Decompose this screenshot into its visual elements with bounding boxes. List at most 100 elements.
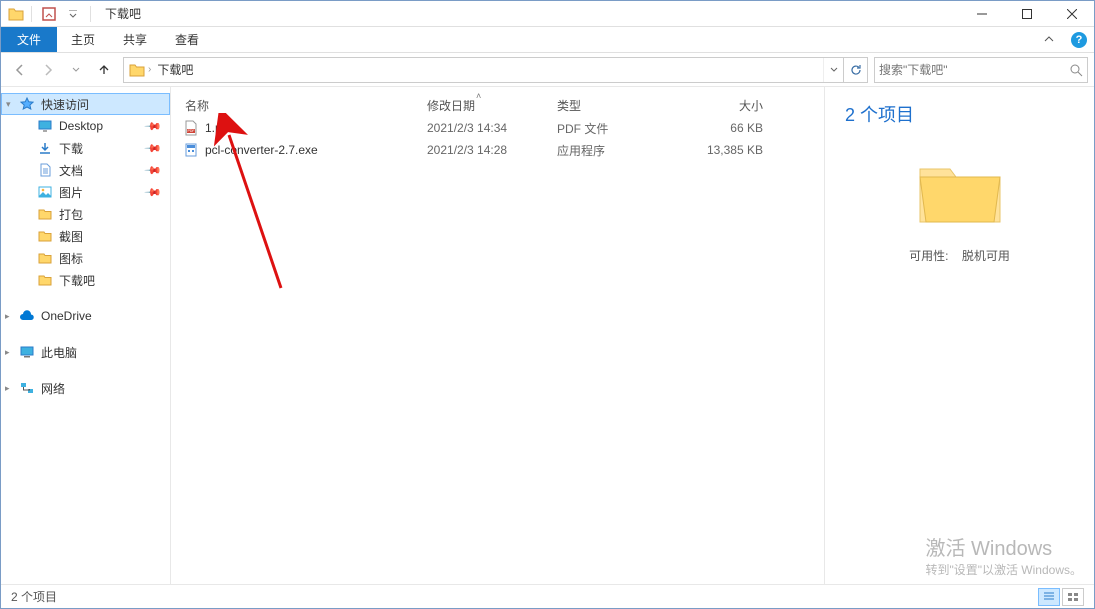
sidebar-quick-access[interactable]: ▾ 快速访问 [1,93,170,115]
sidebar-label: 下载 [59,140,83,157]
sidebar-item-folder[interactable]: 下载吧 [1,269,170,291]
pin-icon: 📌 [144,117,163,136]
sidebar-item-folder[interactable]: 图标 [1,247,170,269]
window-controls [959,1,1094,26]
pc-icon [19,344,35,360]
ribbon-expand-button[interactable] [1034,27,1064,52]
maximize-button[interactable] [1004,1,1049,27]
sidebar-label: OneDrive [41,309,92,323]
sidebar-label: 图片 [59,184,83,201]
navigation-bar: › 下载吧 [1,53,1094,87]
sidebar-label: 截图 [59,228,83,245]
column-name[interactable]: 名称 [171,97,427,114]
sidebar-item-desktop[interactable]: Desktop 📌 [1,115,170,137]
file-type: PDF 文件 [557,120,665,137]
sidebar-item-pictures[interactable]: 图片 📌 [1,181,170,203]
document-icon [37,162,53,178]
collapse-icon[interactable]: ▾ [6,99,11,110]
pdf-file-icon: PDF [183,120,199,136]
pin-icon: 📌 [144,161,163,180]
preview-title: 2 个项目 [845,101,1074,127]
sidebar-label: 网络 [41,380,65,397]
sidebar-label: 此电脑 [41,344,77,361]
help-icon: ? [1071,32,1087,48]
breadcrumb-item[interactable]: 下载吧 [153,58,197,82]
cloud-icon [19,308,35,324]
address-bar[interactable]: › 下载吧 [123,57,868,83]
file-name: pcl-converter-2.7.exe [205,143,318,157]
pin-icon: 📌 [144,183,163,202]
ribbon-tabs: 文件 主页 共享 查看 ? [1,27,1094,53]
details-pane: 2 个项目 可用性: 脱机可用 [824,87,1094,584]
refresh-button[interactable] [843,58,867,82]
file-list[interactable]: 名称 ˄ 修改日期 类型 大小 PDF 1.pdf 2021/2/3 14:34… [171,87,824,584]
folder-icon [37,272,53,288]
pin-icon: 📌 [144,139,163,158]
separator [90,6,91,22]
navigation-pane: ▾ 快速访问 Desktop 📌 下载 📌 文档 📌 图片 [1,87,171,584]
search-icon [1069,63,1083,77]
sidebar-network[interactable]: ▸ 网络 [1,377,170,399]
sidebar-item-folder[interactable]: 打包 [1,203,170,225]
tab-view[interactable]: 查看 [161,27,213,52]
tab-home[interactable]: 主页 [57,27,109,52]
recent-dropdown[interactable] [63,57,89,83]
search-input[interactable] [879,63,1069,77]
desktop-icon [37,118,53,134]
address-dropdown[interactable] [823,58,843,82]
close-button[interactable] [1049,1,1094,27]
tab-share[interactable]: 共享 [109,27,161,52]
column-type[interactable]: 类型 [557,97,665,114]
quick-access-toolbar [1,1,95,26]
status-text: 2 个项目 [11,588,57,605]
help-button[interactable]: ? [1064,27,1094,52]
expand-icon[interactable]: ▸ [5,311,10,322]
minimize-button[interactable] [959,1,1004,27]
details-view-button[interactable] [1038,588,1060,606]
availability-label: 可用性: [909,249,948,263]
up-button[interactable] [91,57,117,83]
folder-icon [7,5,25,23]
chevron-right-icon[interactable]: › [146,64,153,75]
sidebar-label: Desktop [59,119,103,133]
file-tab[interactable]: 文件 [1,27,57,52]
file-pane: 名称 ˄ 修改日期 类型 大小 PDF 1.pdf 2021/2/3 14:34… [171,87,1094,584]
body: ▾ 快速访问 Desktop 📌 下载 📌 文档 📌 图片 [1,87,1094,584]
qat-dropdown-button[interactable] [62,3,84,25]
download-icon [37,140,53,156]
window-title: 下载吧 [105,5,141,22]
sidebar-label: 下载吧 [59,272,95,289]
availability-value: 脱机可用 [962,249,1010,263]
column-size[interactable]: 大小 [665,97,779,114]
icons-view-button[interactable] [1062,588,1084,606]
preview-availability: 可用性: 脱机可用 [845,247,1074,264]
qat-properties-button[interactable] [38,3,60,25]
picture-icon [37,184,53,200]
sort-indicator-icon: ˄ [476,91,481,101]
folder-icon [37,206,53,222]
sidebar-item-folder[interactable]: 截图 [1,225,170,247]
file-date: 2021/2/3 14:28 [427,143,557,157]
expand-icon[interactable]: ▸ [5,347,10,358]
status-bar: 2 个项目 [1,584,1094,608]
sidebar-onedrive[interactable]: ▸ OneDrive [1,305,170,327]
large-folder-icon [915,157,1005,227]
sidebar-this-pc[interactable]: ▸ 此电脑 [1,341,170,363]
star-icon [19,96,35,112]
column-headers: 名称 ˄ 修改日期 类型 大小 [171,93,824,117]
column-date[interactable]: 修改日期 [427,97,557,114]
forward-button[interactable] [35,57,61,83]
sidebar-label: 图标 [59,250,83,267]
sidebar-item-documents[interactable]: 文档 📌 [1,159,170,181]
back-button[interactable] [7,57,33,83]
sidebar-label: 打包 [59,206,83,223]
file-row[interactable]: pcl-converter-2.7.exe 2021/2/3 14:28 应用程… [171,139,824,161]
search-box[interactable] [874,57,1088,83]
file-date: 2021/2/3 14:34 [427,121,557,135]
expand-icon[interactable]: ▸ [5,383,10,394]
file-row[interactable]: PDF 1.pdf 2021/2/3 14:34 PDF 文件 66 KB [171,117,824,139]
folder-icon [128,61,146,79]
file-size: 13,385 KB [665,143,779,157]
sidebar-item-downloads[interactable]: 下载 📌 [1,137,170,159]
file-type: 应用程序 [557,142,665,159]
